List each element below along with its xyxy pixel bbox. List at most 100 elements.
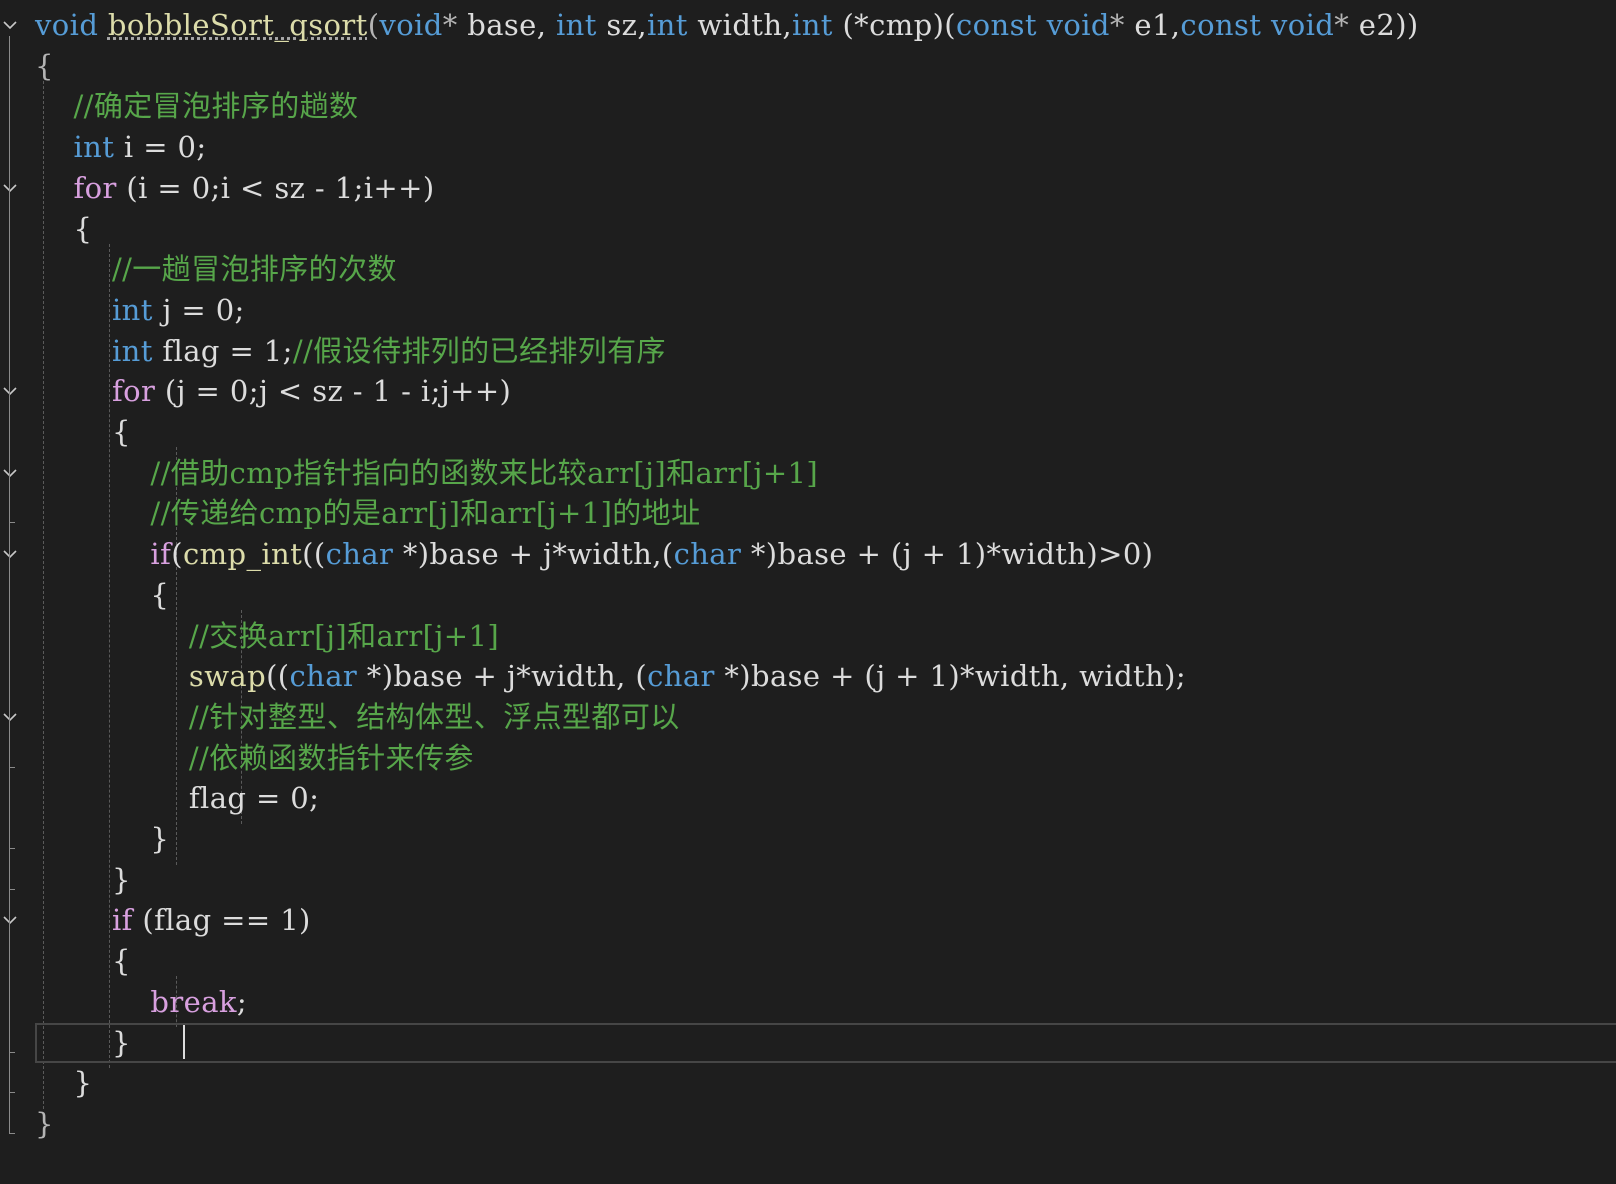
code-line[interactable]: flag = 0;: [35, 777, 319, 819]
code-line[interactable]: }: [35, 818, 169, 860]
code-token: e2)): [1349, 8, 1419, 42]
fold-region-line: [9, 931, 10, 1052]
code-token: {: [35, 944, 131, 979]
chevron-down-icon[interactable]: [1, 16, 19, 34]
code-token: char: [647, 659, 715, 694]
code-token: char: [325, 537, 394, 572]
code-token: int: [111, 292, 153, 327]
code-token: int: [792, 8, 833, 42]
code-token: //依赖函数指针来传参: [35, 740, 474, 775]
code-line[interactable]: int j = 0;: [35, 289, 245, 331]
chevron-down-icon[interactable]: [1, 382, 19, 400]
code-line[interactable]: swap((char *)base + j*width, (char *)bas…: [35, 655, 1186, 697]
code-token: bobbleSort_qsort: [107, 8, 368, 42]
code-line[interactable]: //交换arr[j]和arr[j+1]: [35, 615, 499, 657]
code-line[interactable]: {: [35, 574, 169, 616]
code-token: for: [73, 170, 117, 205]
code-token: *)base + j*width, (: [357, 659, 648, 694]
code-line[interactable]: }: [35, 1103, 54, 1145]
code-token: (: [367, 8, 380, 42]
code-line[interactable]: //一趟冒泡排序的次数: [35, 248, 397, 290]
code-token: void: [379, 8, 443, 42]
code-token: //确定冒泡排序的趟数: [35, 89, 359, 124]
code-token: }: [35, 1066, 93, 1101]
fold-region-line: [9, 483, 10, 523]
code-line[interactable]: //依赖函数指针来传参: [35, 737, 474, 779]
code-line[interactable]: if (flag == 1): [35, 899, 311, 941]
code-token: //传递给cmp的是arr[j]和arr[j+1]的地址: [35, 496, 701, 531]
code-line[interactable]: }: [35, 1022, 131, 1064]
fold-region-end: [9, 888, 15, 890]
code-token: *: [442, 8, 458, 42]
code-token: int: [555, 8, 597, 42]
code-line[interactable]: //针对整型、结构体型、浮点型都可以: [35, 696, 680, 738]
code-token: {: [35, 415, 131, 449]
code-token: break: [150, 984, 237, 1019]
fold-region-end: [9, 766, 15, 768]
code-line[interactable]: int flag = 1;//假设待排列的已经排列有序: [35, 330, 666, 372]
chevron-down-icon[interactable]: [1, 179, 19, 197]
code-line[interactable]: //传递给cmp的是arr[j]和arr[j+1]的地址: [35, 492, 700, 534]
code-line[interactable]: if(cmp_int((char *)base + j*width,(char …: [35, 533, 1153, 575]
code-token: char: [289, 659, 358, 694]
code-line[interactable]: {: [35, 208, 92, 250]
code-token: char: [673, 537, 742, 572]
code-line[interactable]: int i = 0;: [35, 126, 207, 168]
code-token: ;: [236, 984, 248, 1019]
code-token: j = 0;: [152, 292, 245, 327]
code-line[interactable]: }: [35, 1062, 92, 1104]
code-token: (*cmp)(: [832, 8, 957, 42]
chevron-down-icon[interactable]: [1, 911, 19, 929]
code-token: int: [111, 333, 153, 368]
code-token: width,: [687, 8, 793, 42]
code-line[interactable]: for (j = 0;j < sz - 1 - i;j++): [35, 370, 511, 412]
chevron-down-icon[interactable]: [1, 545, 19, 563]
code-line[interactable]: {: [35, 45, 54, 87]
code-token: if: [111, 903, 133, 938]
chevron-down-icon[interactable]: [1, 708, 19, 726]
code-line[interactable]: {: [35, 940, 131, 982]
code-token: }: [35, 1106, 54, 1141]
code-token: (flag == 1): [132, 903, 311, 938]
fold-gutter: [0, 0, 30, 1184]
code-editor[interactable]: void bobbleSort_qsort(void* base, int sz…: [0, 0, 1616, 1184]
code-token: *)base + (j + 1)*width, width);: [714, 659, 1187, 694]
code-token: e1,: [1124, 8, 1181, 42]
code-token: //借助cmp指针指向的函数来比较arr[j]和arr[j+1]: [35, 455, 819, 490]
code-line[interactable]: {: [35, 411, 131, 453]
code-line[interactable]: void bobbleSort_qsort(void* base, int sz…: [35, 4, 1419, 46]
code-token: *)base + j*width,(: [393, 537, 674, 572]
code-token: void: [1046, 8, 1110, 42]
code-line[interactable]: //确定冒泡排序的趟数: [35, 85, 358, 127]
code-line[interactable]: for (i = 0;i < sz - 1;i++): [35, 167, 435, 209]
code-token: }: [35, 1025, 131, 1060]
code-token: }: [35, 822, 170, 856]
code-token: (i = 0;i < sz - 1;i++): [116, 170, 435, 205]
code-token: {: [35, 48, 54, 83]
code-token: ((: [266, 659, 290, 694]
code-token: (j = 0;j < sz - 1 - i;j++): [155, 374, 512, 409]
code-token: const: [1180, 8, 1262, 42]
code-token: for: [111, 374, 156, 409]
chevron-down-icon[interactable]: [1, 464, 19, 482]
code-token: swap: [188, 659, 267, 694]
fold-region-end: [9, 522, 15, 524]
code-token: {: [35, 211, 93, 246]
code-line[interactable]: }: [35, 859, 131, 901]
code-token: const: [956, 8, 1037, 42]
code-token: void: [35, 8, 99, 42]
code-token: *: [1109, 8, 1125, 42]
code-line[interactable]: break;: [35, 981, 247, 1023]
code-token: *: [1334, 8, 1350, 42]
code-token: if: [150, 537, 172, 572]
code-token: base,: [457, 8, 556, 42]
fold-region-line: [9, 565, 10, 848]
code-line[interactable]: //借助cmp指针指向的函数来比较arr[j]和arr[j+1]: [35, 452, 818, 494]
